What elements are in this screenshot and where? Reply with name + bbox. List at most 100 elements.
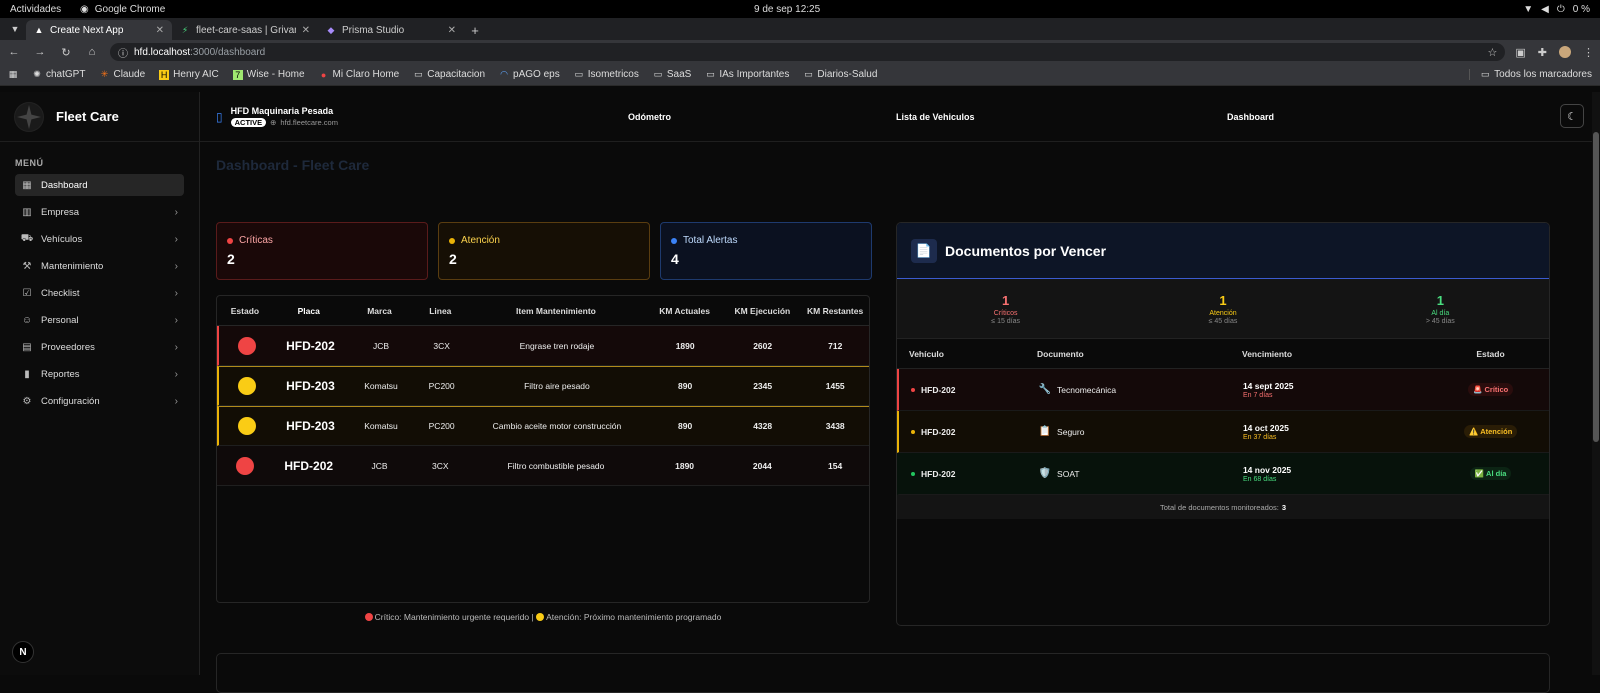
- summary-al-dia: 1 Al día > 45 días: [1332, 279, 1549, 338]
- wrench-icon: ⚒: [22, 260, 32, 272]
- bookmark-isometricos[interactable]: ▭ Isometricos: [574, 69, 638, 80]
- summary-value: 1: [1219, 292, 1227, 308]
- close-tab-icon[interactable]: ✕: [448, 25, 456, 36]
- nav-lista-vehiculos[interactable]: Lista de Vehiculos: [896, 92, 975, 142]
- prisma-favicon-icon: ◆: [327, 24, 335, 35]
- fleet-care-app: Fleet Care MENÚ ▦ Dashboard ▥ Empresa › …: [0, 92, 1600, 693]
- col-estado: Estado: [230, 305, 260, 316]
- table-row[interactable]: HFD-202 JCB 3CX Engrase tren rodaje 1890…: [217, 326, 869, 366]
- back-arrow-icon[interactable]: ←: [6, 44, 22, 60]
- folder-icon: ▭: [1480, 69, 1490, 79]
- table-row[interactable]: HFD-202 📋 Seguro 14 oct 2025 En 37 días ⚠️…: [897, 411, 1549, 453]
- pago-icon: ◠: [500, 69, 508, 79]
- browser-tab-prisma-studio[interactable]: ◆ Prisma Studio ✕: [318, 20, 464, 40]
- apps-grid-icon[interactable]: ▦: [8, 69, 18, 80]
- sidebar-item-personal[interactable]: ☺ Personal ›: [15, 309, 184, 331]
- cell-item: Filtro combustible pesado: [507, 460, 605, 471]
- folder-icon: ▭: [413, 69, 423, 79]
- org-name: HFD Maquinaria Pesada: [230, 106, 334, 116]
- nextjs-favicon-icon: ▲: [34, 25, 44, 35]
- cell-km-restantes: 3438: [825, 421, 845, 431]
- cell-item: Engrase tren rodaje: [519, 340, 595, 351]
- bookmark-pago-eps[interactable]: ◠ pAGO eps: [499, 69, 560, 80]
- address-bar[interactable]: ⓘ hfd.localhost:3000/dashboard ☆: [110, 43, 1506, 61]
- sidebar-item-label: Vehículos: [41, 233, 83, 245]
- sidebar-item-proveedores[interactable]: ▤ Proveedores ›: [15, 336, 184, 358]
- table-row[interactable]: HFD-202 🛡️ SOAT 14 nov 2025 En 68 días ✅ A…: [897, 453, 1549, 495]
- status-badge: ⚠️ Atención: [1464, 425, 1518, 438]
- sidebar-item-dashboard[interactable]: ▦ Dashboard: [15, 174, 184, 196]
- building-icon: ▥: [22, 206, 32, 218]
- bookmark-diarios-salud[interactable]: ▭ Diarios-Salud: [803, 69, 877, 80]
- sidebar-item-mantenimiento[interactable]: ⚒ Mantenimiento ›: [15, 255, 184, 277]
- yellow-dot-icon: [449, 237, 455, 244]
- tab-title: Create Next App: [50, 24, 124, 36]
- site-info-icon[interactable]: ⓘ: [118, 45, 128, 60]
- table-row[interactable]: HFD-202 JCB 3CX Filtro combustible pesad…: [217, 446, 869, 486]
- sidebar-item-empresa[interactable]: ▥ Empresa ›: [15, 201, 184, 223]
- bookmark-henry[interactable]: H Henry AIC: [159, 69, 219, 80]
- theme-toggle-moon-icon[interactable]: ☾: [1560, 104, 1584, 128]
- chevron-right-icon: ›: [174, 260, 178, 272]
- close-tab-icon[interactable]: ✕: [156, 25, 164, 36]
- sidebar-item-vehiculos[interactable]: ⛟ Vehículos ›: [15, 228, 184, 250]
- puzzle-icon[interactable]: ✚: [1538, 46, 1547, 59]
- claude-icon: ✳: [100, 69, 109, 79]
- home-icon[interactable]: ⌂: [84, 44, 100, 60]
- activities-button[interactable]: Actividades: [10, 4, 61, 15]
- brand[interactable]: Fleet Care: [0, 92, 199, 142]
- bookmark-saas[interactable]: ▭ SaaS: [653, 69, 692, 80]
- sidebar-item-configuracion[interactable]: ⚙ Configuración ›: [15, 390, 184, 412]
- nextjs-dev-badge[interactable]: N: [12, 641, 34, 663]
- chevron-right-icon: ›: [174, 314, 178, 326]
- forward-arrow-icon[interactable]: →: [32, 44, 48, 60]
- bookmark-label: chatGPT: [46, 69, 86, 80]
- browser-tab-fleet-care-saas[interactable]: ⚡ fleet-care-saas | Grivarol ✕: [172, 20, 318, 40]
- tab-title: fleet-care-saas | Grivarol: [196, 24, 296, 36]
- cell-linea: PC200: [428, 421, 455, 431]
- close-tab-icon[interactable]: ✕: [302, 25, 310, 36]
- card-atencion: Atención 2: [438, 222, 650, 280]
- power-icon: ⏻: [1556, 3, 1565, 15]
- nav-odometro[interactable]: Odómetro: [628, 92, 671, 142]
- chatgpt-icon: ✺: [33, 69, 41, 79]
- bookmark-mi-claro[interactable]: ● Mi Claro Home: [319, 69, 399, 80]
- table-header: Estado Placa Marca Linea Item Mantenimie…: [217, 296, 869, 326]
- os-status-area[interactable]: ▼ ◀ ⏻ 0 %: [1523, 4, 1590, 15]
- col-linea: Linea: [429, 305, 452, 316]
- more-menu-icon[interactable]: ⋮: [1583, 46, 1594, 59]
- bookmark-chatgpt[interactable]: ✺ chatGPT: [32, 69, 85, 80]
- cell-fecha: 14 sept 2025: [1242, 380, 1294, 391]
- sidebar-item-reportes[interactable]: ▮ Reportes ›: [15, 363, 184, 385]
- nav-dashboard[interactable]: Dashboard: [1227, 92, 1274, 142]
- profile-avatar[interactable]: [1559, 46, 1571, 58]
- sidebar-item-checklist[interactable]: ☑ Checklist ›: [15, 282, 184, 304]
- truck-icon: ⛟: [20, 232, 34, 244]
- cell-km-ejecucion: 2602: [753, 340, 773, 351]
- bookmarks-bar: ▦ ✺ chatGPT ✳ Claude H Henry AIC 7 Wise - Ho…: [0, 64, 1600, 86]
- col-documento: Documento: [1037, 348, 1084, 359]
- bookmark-claude[interactable]: ✳ Claude: [99, 69, 145, 80]
- bookmark-ias[interactable]: ▭ IAs Importantes: [705, 69, 789, 80]
- summary-criticos: 1 Críticos ≤ 15 días: [897, 279, 1114, 338]
- bookmark-wise[interactable]: 7 Wise - Home: [232, 69, 305, 80]
- table-row[interactable]: HFD-203 Komatsu PC200 Filtro aire pesado…: [217, 366, 869, 406]
- col-item: Item Mantenimiento: [516, 305, 596, 316]
- os-clock[interactable]: 9 de sep 12:25: [754, 4, 820, 15]
- page-scrollbar[interactable]: [1592, 92, 1600, 675]
- table-row[interactable]: HFD-203 Komatsu PC200 Cambio aceite moto…: [217, 406, 869, 446]
- reload-icon[interactable]: ↻: [58, 44, 74, 60]
- bookmark-capacitacion[interactable]: ▭ Capacitacion: [413, 69, 485, 80]
- new-tab-plus-icon[interactable]: +: [464, 20, 486, 40]
- chrome-icon: ◉: [80, 3, 89, 15]
- browser-tab-create-next-app[interactable]: ▲ Create Next App ✕: [26, 20, 172, 40]
- cell-marca: JCB: [371, 460, 388, 471]
- extension-icon[interactable]: ▣: [1515, 46, 1525, 59]
- next-section-card: [216, 653, 1550, 693]
- all-bookmarks[interactable]: ▭ Todos los marcadores: [1469, 69, 1592, 80]
- tab-search-chevron-icon[interactable]: ▼: [4, 18, 26, 40]
- table-row[interactable]: HFD-202 🔧 Tecnomecánica 14 sept 2025 En 7 …: [897, 369, 1549, 411]
- scrollbar-thumb[interactable]: [1593, 132, 1599, 442]
- bookmark-star-icon[interactable]: ☆: [1488, 46, 1498, 59]
- vercel-favicon-icon: ⚡: [181, 24, 189, 35]
